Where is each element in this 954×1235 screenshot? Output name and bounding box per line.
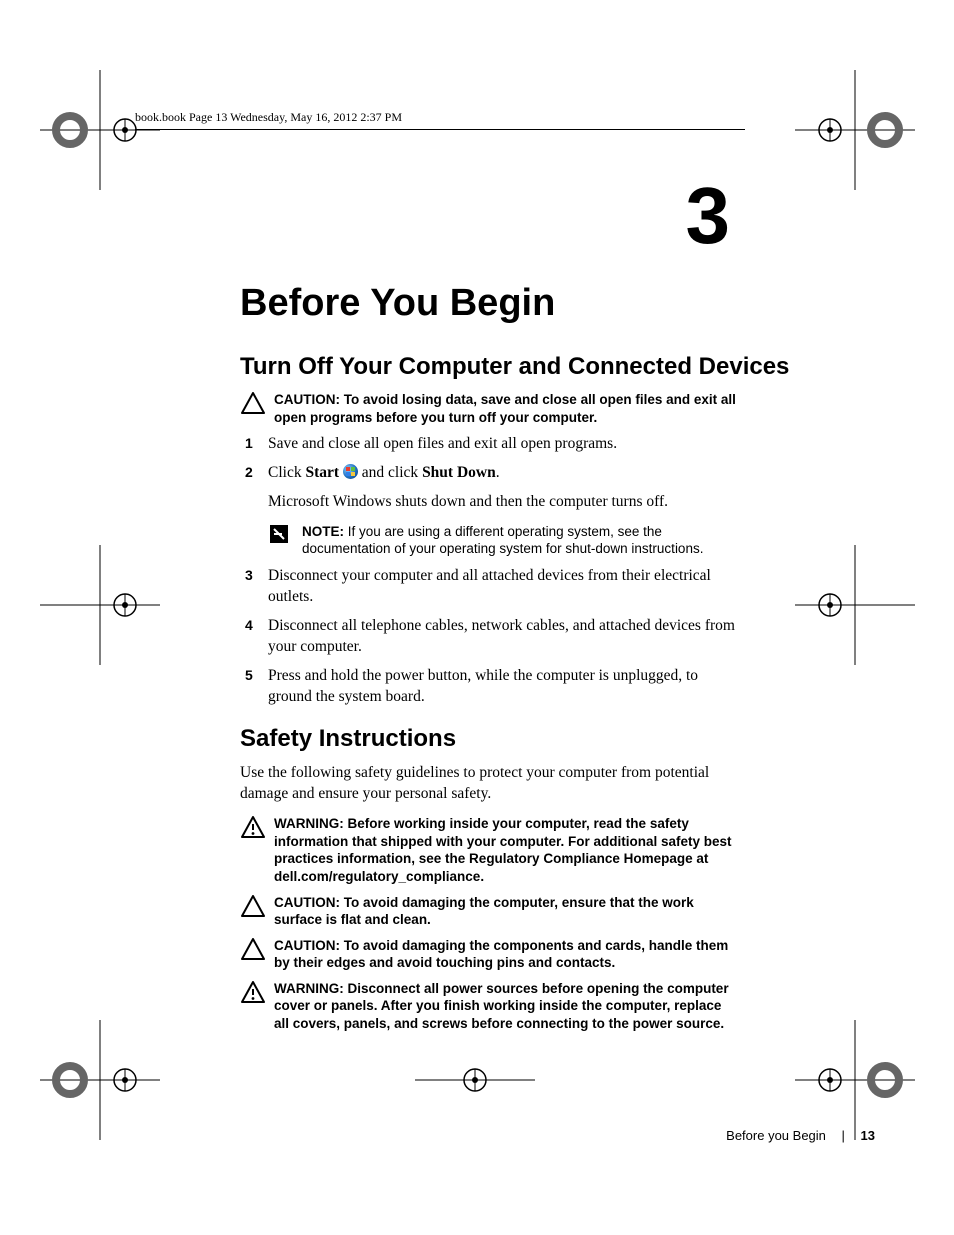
note-icon bbox=[268, 523, 296, 552]
warning-block-2: WARNING: Disconnect all power sources be… bbox=[240, 980, 740, 1033]
section1-title: Turn Off Your Computer and Connected Dev… bbox=[240, 353, 875, 381]
step-2: Click Start and click Shut Down. Microso… bbox=[240, 463, 740, 558]
warning-icon bbox=[240, 815, 268, 844]
footer-divider: | bbox=[842, 1128, 845, 1143]
caution-block-2: CAUTION: To avoid damaging the component… bbox=[240, 937, 740, 972]
warning-1-text: WARNING: Before working inside your comp… bbox=[274, 815, 740, 885]
windows-start-icon bbox=[343, 464, 358, 479]
safety-intro: Use the following safety guidelines to p… bbox=[240, 763, 740, 805]
step-4: Disconnect all telephone cables, network… bbox=[240, 616, 740, 658]
caution-block-1: CAUTION: To avoid damaging the computer,… bbox=[240, 894, 740, 929]
caution-icon bbox=[240, 894, 268, 923]
section2-title: Safety Instructions bbox=[240, 725, 875, 753]
step-list: Save and close all open files and exit a… bbox=[240, 434, 740, 707]
step-5: Press and hold the power button, while t… bbox=[240, 666, 740, 708]
caution-text: CAUTION: To avoid losing data, save and … bbox=[274, 391, 740, 426]
footer-page-number: 13 bbox=[861, 1128, 875, 1143]
page-content: book.book Page 13 Wednesday, May 16, 201… bbox=[135, 110, 875, 1110]
page-footer: Before you Begin | 13 bbox=[375, 1128, 875, 1143]
step-1: Save and close all open files and exit a… bbox=[240, 434, 740, 455]
warning-icon bbox=[240, 980, 268, 1009]
chapter-title: Before You Begin bbox=[240, 282, 875, 325]
caution-block: CAUTION: To avoid losing data, save and … bbox=[240, 391, 740, 426]
note-block: NOTE: If you are using a different opera… bbox=[268, 523, 740, 558]
caution-icon bbox=[240, 937, 268, 966]
running-header: book.book Page 13 Wednesday, May 16, 201… bbox=[135, 110, 745, 130]
caution-2-text: CAUTION: To avoid damaging the component… bbox=[274, 937, 740, 972]
warning-block-1: WARNING: Before working inside your comp… bbox=[240, 815, 740, 885]
caution-1-text: CAUTION: To avoid damaging the computer,… bbox=[274, 894, 740, 929]
note-text: NOTE: If you are using a different opera… bbox=[302, 523, 740, 558]
step-3: Disconnect your computer and all attache… bbox=[240, 566, 740, 608]
caution-icon bbox=[240, 391, 268, 420]
footer-section: Before you Begin bbox=[726, 1128, 826, 1143]
step-2-continuation: Microsoft Windows shuts down and then th… bbox=[268, 492, 740, 513]
chapter-number: 3 bbox=[135, 170, 730, 262]
warning-2-text: WARNING: Disconnect all power sources be… bbox=[274, 980, 740, 1033]
